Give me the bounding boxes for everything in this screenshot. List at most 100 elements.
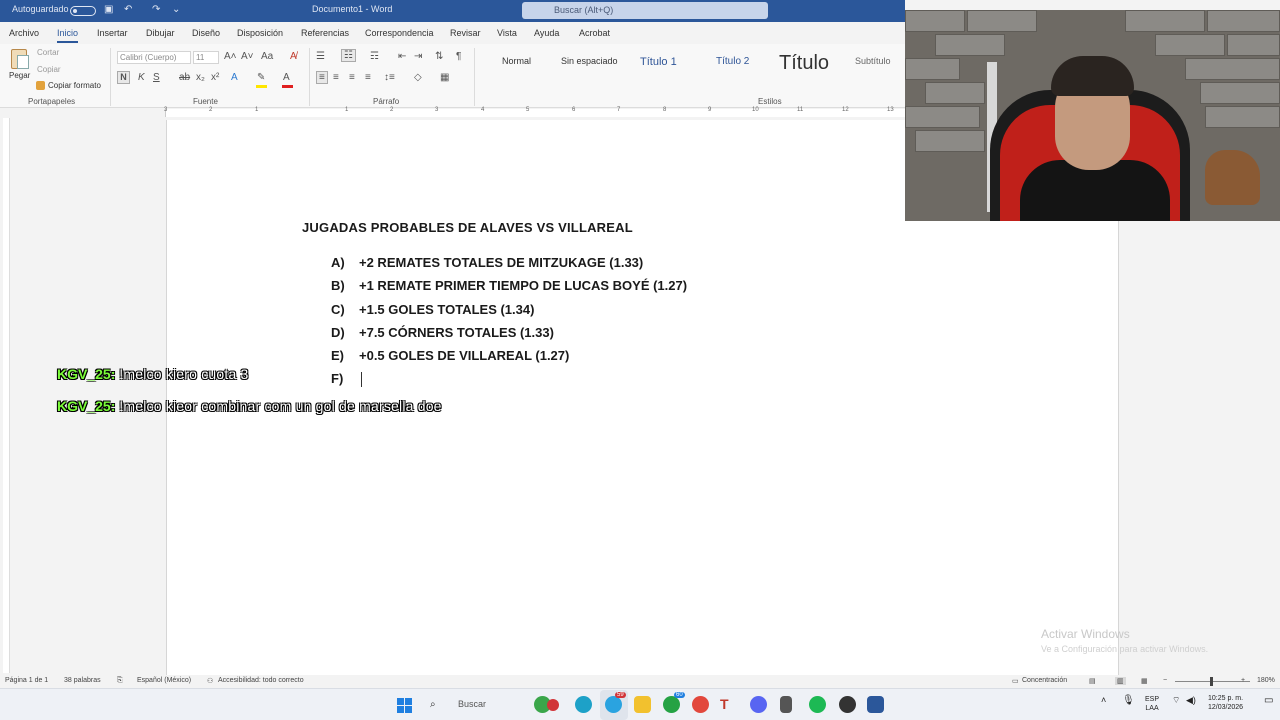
save-icon[interactable]: ▣ [104,4,113,15]
typora-icon[interactable]: T [720,696,737,713]
align-right-icon[interactable]: ≡ [349,72,355,83]
clear-format-icon[interactable]: A̸ [290,51,297,62]
taskbar-search[interactable]: ⌕ Buscar [424,695,532,715]
telegram-icon[interactable] [605,696,622,713]
shrink-font-icon[interactable]: A˅ [241,51,254,62]
zoom-slider-handle[interactable] [1210,677,1213,686]
list-item[interactable]: F) [331,371,362,388]
paste-icon[interactable] [11,49,29,69]
style-normal[interactable]: Normal [502,56,531,66]
tab-referencias[interactable]: Referencias [301,28,349,38]
tab-archivo[interactable]: Archivo [9,28,39,38]
show-marks-icon[interactable]: ¶ [456,51,461,62]
style-title[interactable]: Título [779,52,829,75]
numbering-icon[interactable]: ☷ [341,49,356,62]
web-layout-icon[interactable]: ▦ [1141,677,1148,685]
customize-dropdown-icon[interactable]: ⌄ [172,4,180,15]
edge-browser-icon[interactable] [575,696,592,713]
cut-button[interactable]: Cortar [37,48,59,57]
calculator-icon[interactable] [780,696,792,713]
zoom-in-icon[interactable]: + [1241,677,1245,684]
focus-mode-button[interactable]: Concentración [1022,677,1067,684]
justify-icon[interactable]: ≡ [365,72,371,83]
vertical-ruler[interactable] [0,118,12,673]
read-mode-icon[interactable]: ▤ [1089,677,1096,685]
copy-button[interactable]: Copiar [37,65,61,74]
accessibility-icon[interactable]: ⚇ [207,677,213,685]
obs-icon[interactable] [839,696,856,713]
tab-disposicion[interactable]: Disposición [237,28,283,38]
align-center-icon[interactable]: ≡ [333,72,339,83]
clock[interactable]: 10:25 p. m. 12/03/2026 [1208,694,1243,712]
volume-icon[interactable]: ◀) [1186,696,1196,705]
format-painter-icon[interactable] [36,81,45,90]
style-subtitle[interactable]: Subtítulo [855,56,891,66]
microphone-icon[interactable]: 🎙 [1122,696,1135,706]
ribbon: Pegar Cortar Copiar Copiar formato Porta… [0,44,905,108]
zoom-out-icon[interactable]: − [1163,677,1167,684]
tab-acrobat[interactable]: Acrobat [579,28,610,38]
grow-font-icon[interactable]: A˄ [224,51,237,62]
chrome-icon[interactable] [692,696,709,713]
highlight-color-icon[interactable]: ✎ [257,72,265,83]
list-item: C) +1.5 GOLES TOTALES (1.34) [331,302,534,317]
tab-ayuda[interactable]: Ayuda [534,28,559,38]
language-switcher[interactable]: ESP LAA [1145,695,1159,713]
style-heading-2[interactable]: Título 2 [716,56,749,67]
change-case-icon[interactable]: Aa [261,51,273,62]
font-name-select[interactable]: Calibri (Cuerpo) [117,51,191,64]
font-size-select[interactable]: 11 [193,51,219,64]
zoom-level[interactable]: 180% [1257,677,1275,684]
word-icon[interactable] [867,696,884,713]
underline-button[interactable]: S [153,72,160,83]
discord-icon[interactable] [750,696,767,713]
page-count[interactable]: Página 1 de 1 [5,677,48,684]
format-painter-button[interactable]: Copiar formato [48,81,101,90]
superscript-icon[interactable]: x² [211,72,219,83]
style-no-spacing[interactable]: Sin espaciado [561,56,618,66]
shading-icon[interactable]: ◇ [414,72,422,83]
text-effects-icon[interactable]: A [231,72,238,83]
tray-overflow-icon[interactable]: ˄ [1101,696,1106,705]
strikethrough-icon[interactable]: ab [179,72,190,83]
print-layout-icon[interactable]: ▥ [1115,677,1126,685]
autosave-toggle[interactable] [70,6,96,16]
horizontal-ruler[interactable]: 3 2 1 1 2 3 4 5 6 7 8 9 10 11 12 13 [0,107,905,118]
align-left-icon[interactable]: ≡ [316,71,328,84]
tab-vista[interactable]: Vista [497,28,517,38]
language-indicator[interactable]: Español (México) [137,677,191,684]
tab-insertar[interactable]: Insertar [97,28,128,38]
paste-button[interactable]: Pegar [9,71,30,80]
font-color-icon[interactable]: A [283,72,290,83]
bold-button[interactable]: N [117,71,130,84]
decrease-indent-icon[interactable]: ⇤ [398,51,406,62]
increase-indent-icon[interactable]: ⇥ [414,51,422,62]
file-explorer-icon[interactable] [634,696,651,713]
tab-inicio[interactable]: Inicio [57,28,79,43]
whatsapp-icon[interactable] [663,696,680,713]
tab-correspondencia[interactable]: Correspondencia [365,28,434,38]
undo-icon[interactable]: ↶ [124,4,132,15]
tab-diseno[interactable]: Diseño [192,28,220,38]
italic-button[interactable]: K [138,72,145,83]
network-icon[interactable]: ⌔ [1172,696,1180,705]
windows-start-icon[interactable] [397,698,412,713]
borders-icon[interactable]: ▦ [440,72,449,83]
line-spacing-icon[interactable]: ↕≡ [384,72,395,83]
sort-icon[interactable]: ⇅ [435,51,443,62]
tab-revisar[interactable]: Revisar [450,28,481,38]
notifications-icon[interactable]: ▭ [1264,696,1273,706]
spotify-icon[interactable] [809,696,826,713]
bullets-icon[interactable]: ☰ [316,51,325,62]
style-heading-1[interactable]: Título 1 [640,56,677,68]
document-heading: JUGADAS PROBABLES DE ALAVES VS VILLAREAL [302,220,633,235]
focus-icon[interactable]: ▭ [1012,677,1019,685]
accessibility-status[interactable]: Accesibilidad: todo correcto [218,677,304,684]
subscript-icon[interactable]: x₂ [196,72,205,83]
multilevel-list-icon[interactable]: ☶ [370,51,379,62]
word-count[interactable]: 38 palabras [64,677,101,684]
tab-dibujar[interactable]: Dibujar [146,28,175,38]
redo-icon[interactable]: ↷ [152,4,160,15]
search-box[interactable]: Buscar (Alt+Q) [522,2,768,19]
proofing-icon[interactable]: ⎘ [117,677,123,685]
